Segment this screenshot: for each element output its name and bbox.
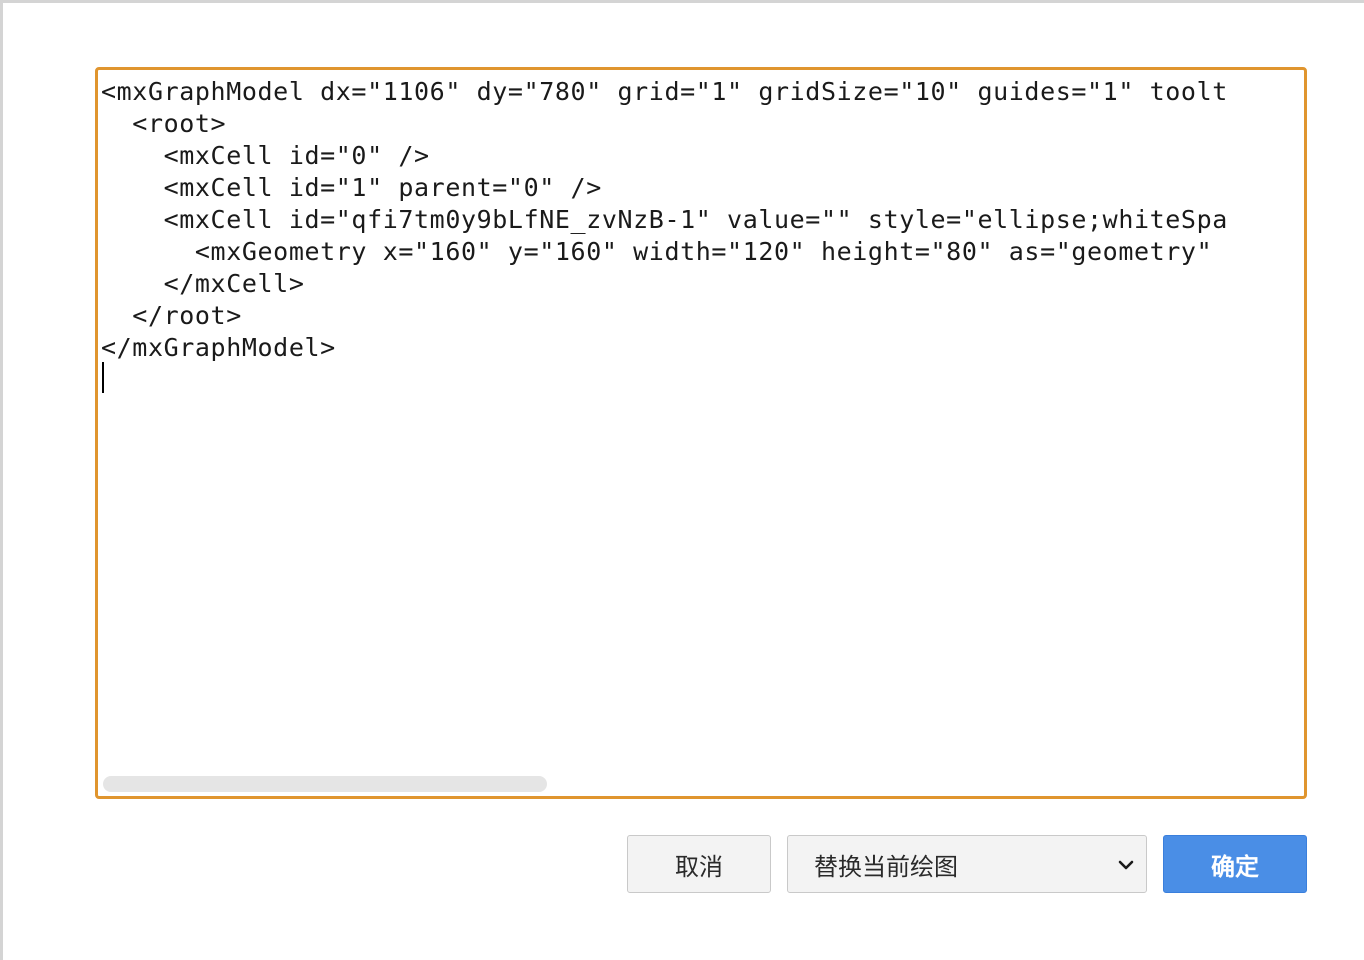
text-caret bbox=[102, 362, 104, 393]
code-line: </mxCell> bbox=[101, 269, 305, 298]
import-mode-value: 替换当前绘图 bbox=[814, 852, 958, 881]
code-line: <mxCell id="0" /> bbox=[101, 141, 430, 170]
cancel-button[interactable]: 取消 bbox=[627, 835, 771, 893]
code-line: </mxGraphModel> bbox=[101, 333, 336, 362]
code-line: <root> bbox=[101, 109, 227, 138]
code-line: <mxGraphModel dx="1106" dy="780" grid="1… bbox=[101, 77, 1228, 106]
xml-edit-dialog: <mxGraphModel dx="1106" dy="780" grid="1… bbox=[0, 0, 1364, 960]
chevron-down-icon bbox=[1118, 860, 1134, 870]
xml-code: <mxGraphModel dx="1106" dy="780" grid="1… bbox=[101, 76, 1304, 364]
ok-button[interactable]: 确定 bbox=[1163, 835, 1307, 893]
horizontal-scrollbar[interactable] bbox=[103, 776, 547, 792]
code-line: <mxGeometry x="160" y="160" width="120" … bbox=[101, 237, 1213, 266]
code-line: <mxCell id="qfi7tm0y9bLfNE_zvNzB-1" valu… bbox=[101, 205, 1228, 234]
xml-editor-textarea[interactable]: <mxGraphModel dx="1106" dy="780" grid="1… bbox=[95, 67, 1307, 799]
code-line: <mxCell id="1" parent="0" /> bbox=[101, 173, 602, 202]
code-line: </root> bbox=[101, 301, 242, 330]
import-mode-select[interactable]: 替换当前绘图 bbox=[787, 835, 1147, 893]
